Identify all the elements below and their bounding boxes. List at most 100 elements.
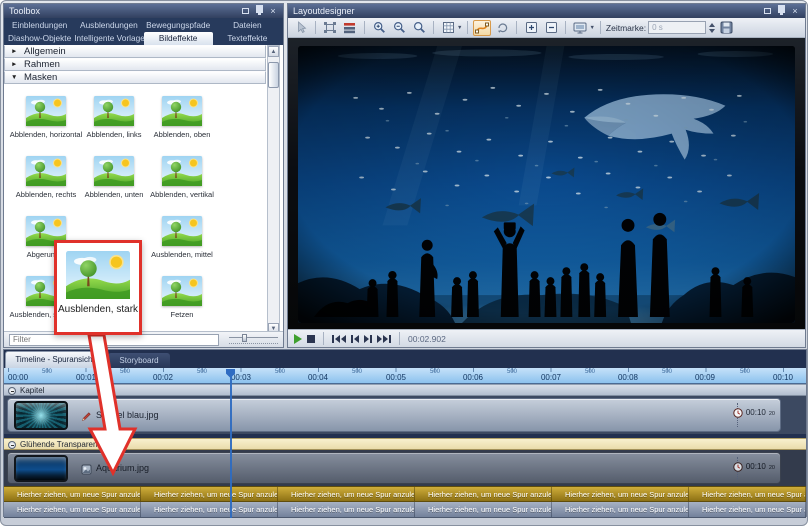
ruler-label: 00:10 [773,373,793,382]
section-allgemein[interactable]: ► Allgemein [4,45,266,58]
zeitmarke-stepper[interactable] [709,23,715,33]
thumbnail-size-slider[interactable] [229,334,278,346]
layoutdesigner-panel: Layoutdesigner × ▼ [287,3,806,348]
rotate-icon [496,21,509,34]
tab-bildeffekte[interactable]: Bildeffekte [144,32,213,45]
new-track-dropzone-gray[interactable]: Hierher ziehen, um neue Spur anzulegen. … [4,502,806,518]
layers-icon [343,21,357,34]
expand-icon [525,21,538,34]
section-label: Masken [24,72,57,83]
zoom-out-button[interactable] [390,20,408,36]
layoutdesigner-titlebar: Layoutdesigner × [288,4,805,18]
track-header-label: Kapitel [20,386,44,395]
effect-item[interactable]: Abblenden, vertikal [148,156,216,216]
expand-button[interactable] [522,20,540,36]
skip-start-button[interactable] [332,333,346,345]
effect-item[interactable]: Fetzen [148,276,216,334]
preview-image-aquarium[interactable] [298,46,795,323]
collapse-track-icon[interactable] [8,387,16,395]
step-back-button[interactable] [351,333,359,345]
pin-icon[interactable] [254,6,264,16]
pin-icon[interactable] [776,6,786,16]
effect-thumbnail [162,216,202,246]
effect-item[interactable]: Abblenden, horizontal [12,96,80,156]
tab-intelligente-vorlagen[interactable]: Intelligente Vorlagen [74,32,143,45]
select-cursor-button[interactable] [292,20,310,36]
effect-label: Fetzen [171,310,194,319]
tab-einblendungen[interactable]: Einblendungen [5,19,74,32]
ruler-minor: 500 [740,369,750,375]
zoom-fit-button[interactable] [410,20,428,36]
tab-ausblendungen[interactable]: Ausblendungen [74,19,143,32]
zoom-in-icon [373,21,386,34]
collapse-icon [545,21,558,34]
toolbox-titlebar: Toolbox × [4,4,283,18]
save-button[interactable] [717,20,735,36]
ruler-minor: 500 [430,369,440,375]
selected-effect-label: Ausblenden, stark [58,304,138,315]
clip-thumbnail [14,401,68,430]
grid-button[interactable] [439,20,457,36]
dropzone-hint: Hierher ziehen, um neue Spur anzulegen. [278,502,415,517]
effect-thumbnail [162,276,202,306]
zoom-in-button[interactable] [370,20,388,36]
tab-diashow-objekte[interactable]: Diashow-Objekte [5,32,74,45]
scroll-up-icon[interactable]: ▲ [268,46,279,57]
ruler-label: 00:04 [308,373,328,382]
section-masken[interactable]: ▼ Masken [4,71,266,84]
play-button[interactable] [294,333,302,345]
effect-item[interactable]: Ausblenden, mittel [148,216,216,276]
effect-item[interactable]: Abblenden, rechts [12,156,80,216]
monitor-icon [573,21,587,34]
effect-item[interactable]: Abblenden, links [80,96,148,156]
toolbox-title: Toolbox [9,6,40,16]
preview-canvas[interactable] [288,38,805,329]
effect-thumbnail [26,96,66,126]
chevron-down-icon[interactable]: ▼ [457,25,462,31]
dropzone-hint: Hierher ziehen, um neue Spur anzulegen. [689,487,806,501]
cursor-icon [295,21,308,34]
restore-icon[interactable] [762,6,772,16]
dropzone-hint: Hierher ziehen, um neue Spur anzulegen. [278,487,415,501]
dropzone-hint: Hierher ziehen, um neue Spur anzulegen. [415,502,552,517]
effect-label: Abblenden, links [86,130,141,139]
tab-dateien[interactable]: Dateien [213,19,282,32]
toolbox-scrollbar[interactable]: ▲ ▼ [267,45,280,335]
layers-button[interactable] [341,20,359,36]
ruler-minor: 500 [42,369,52,375]
restore-icon[interactable] [240,6,250,16]
new-track-dropzone-gold[interactable]: Hierher ziehen, um neue Spur anzulegen. … [4,486,806,502]
chevron-down-icon: ▼ [11,72,17,84]
playback-time: 00:02.902 [408,334,446,344]
ruler-label: 00:02 [153,373,173,382]
rotate-button[interactable] [493,20,511,36]
display-mode-button[interactable] [571,20,589,36]
zoom-out-icon [393,21,406,34]
motion-path-button[interactable] [473,20,491,36]
selected-effect-callout[interactable]: Ausblenden, stark [54,240,142,335]
ruler-minor: 500 [275,369,285,375]
section-rahmen[interactable]: ► Rahmen [4,58,266,71]
dropzone-hint: Hierher ziehen, um neue Spur anzulegen. [689,502,806,517]
skip-end-button[interactable] [377,333,391,345]
slider-thumb[interactable] [242,334,247,342]
effect-item[interactable]: Abblenden, unten [80,156,148,216]
zeitmarke-input[interactable] [648,21,706,34]
playhead-line[interactable] [230,369,232,518]
selected-effect-thumbnail [66,251,130,299]
close-icon[interactable]: × [790,6,800,16]
collapse-button[interactable] [542,20,560,36]
tab-texteffekte[interactable]: Texteffekte [213,32,282,45]
multi-select-button[interactable] [321,20,339,36]
stop-button[interactable] [307,333,315,345]
tab-bewegungspfade[interactable]: Bewegungspfade [144,19,213,32]
aquarium-scene [298,46,795,323]
chevron-down-icon[interactable]: ▼ [589,25,594,31]
close-icon[interactable]: × [268,6,278,16]
effect-thumbnail [94,96,134,126]
scrollbar-thumb[interactable] [268,62,279,88]
step-forward-button[interactable] [364,333,372,345]
effect-item[interactable]: Abblenden, oben [148,96,216,156]
collapse-track-icon[interactable] [8,441,16,449]
zeitmarke-label: Zeitmarke: [606,23,646,33]
